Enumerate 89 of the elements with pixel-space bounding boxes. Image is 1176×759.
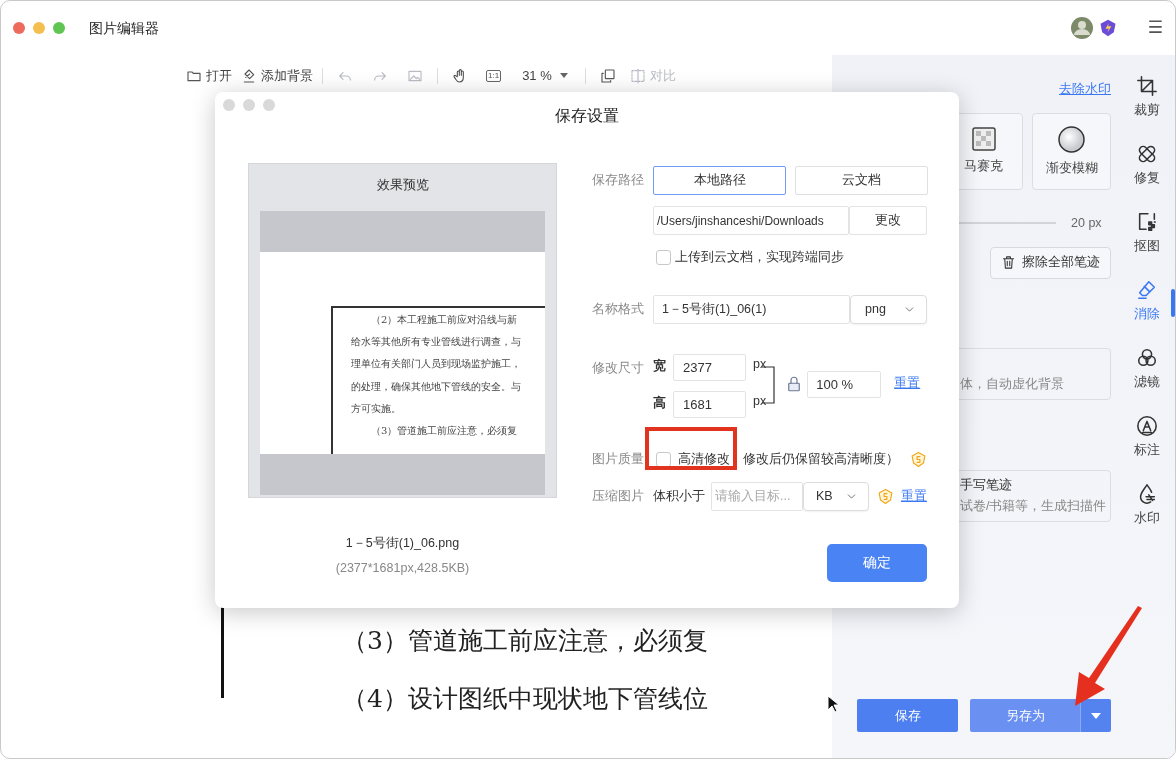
unit-select[interactable]: KB [803,481,869,511]
document-text: （4）设计图纸中现状地下管线位 [342,683,709,715]
preview-text: 方可实施。 [351,401,402,416]
avatar-icon[interactable] [1070,17,1093,39]
height-field[interactable]: 1681 [673,390,746,418]
window-control-button[interactable] [13,22,25,34]
confirm-button[interactable]: 确定 [827,543,927,582]
toolbar-button[interactable]: 添加背景 [241,66,313,86]
feature-title: 手写笔迹 [960,476,1013,494]
checkbox[interactable] [656,451,671,467]
menu-button[interactable]: ☰ [1147,15,1163,41]
reset-link[interactable]: 重置 [894,373,921,393]
width-field[interactable]: 2377 [673,353,746,381]
mosaic-icon [971,127,996,152]
window-control-button[interactable] [263,99,275,111]
change-button[interactable]: 更改 [849,206,927,235]
file-info: (2377*1681px,428.5KB) [335,559,470,577]
folder-icon [186,68,202,84]
tool-card[interactable]: 渐变模糊 [1032,113,1111,190]
preview-text: （2）本工程施工前应对沿线与新 [370,312,519,327]
reset-link[interactable]: 重置 [901,486,927,506]
size-prefix: 体积小于 [653,487,705,505]
eraser-icon [1136,278,1158,301]
window-control-button[interactable] [53,22,65,34]
preview-text: （3）管道施工前应注意，必须复 [370,424,519,439]
tool-tab[interactable]: 水印 [1119,471,1175,539]
name-field[interactable]: 1－5号街(1)_06(1) [653,294,850,324]
trash-icon [1001,255,1016,271]
checkbox-label: 上传到云文档，实现跨端同步 [675,249,844,266]
caret-icon [559,73,568,79]
toolbar-button[interactable]: 打开 [186,66,232,86]
quality-note: 修改后仍保留较高清晰度） [743,450,899,468]
remove-watermark-link[interactable]: 去除水印 [1059,79,1111,99]
cursor-icon [827,695,839,713]
circles-icon [1136,346,1158,369]
tool-tab[interactable]: 裁剪 [1119,63,1175,131]
unit-value: KB [816,487,833,505]
fit-button[interactable]: 1:1 [486,70,502,82]
field-label: 图片质量 [592,450,645,468]
field-label: 名称格式 [592,300,645,318]
window-control-button[interactable] [33,22,45,34]
dialog-title: 保存设置 [555,106,619,126]
dimension-label: 高 [653,394,667,412]
preview-title: 效果预览 [376,177,429,194]
tool-tab[interactable]: 修复 [1119,131,1175,199]
copy-icon[interactable] [599,68,616,84]
format-select[interactable]: png [850,294,927,324]
gradient-circle-icon [1058,125,1085,153]
field-label: 保存路径 [592,172,645,189]
checkbox[interactable] [656,249,671,265]
tool-tab[interactable]: 滤镜 [1119,335,1175,403]
path-tab[interactable]: 云文档 [795,166,928,195]
dimension-label: 宽 [653,357,667,375]
preview-text: 给水等其他所有专业管线进行调查，与 [351,335,522,350]
dropdown-button[interactable] [1080,699,1111,732]
checkbox-label: 高清修改 [678,450,730,468]
path-field[interactable]: /Users/jinshanceshi/Downloads [653,206,849,235]
file-name: 1－5号街(1)_06.png [345,535,460,552]
field-label: 压缩图片 [592,487,645,505]
tool-tab[interactable]: 标注 [1119,403,1175,471]
premium-icon [910,450,927,468]
zoom-dropdown[interactable]: 31 % [522,66,568,86]
window-title: 图片编辑器 [89,18,159,38]
format-value: png [865,300,886,318]
window-control-button[interactable] [223,99,235,111]
scale-field[interactable]: 100 % [807,370,882,398]
save-button[interactable]: 保存 [857,699,958,732]
path-tab[interactable]: 本地路径 [653,166,786,195]
field-label: 修改尺寸 [592,359,645,377]
caret-icon [1091,712,1101,719]
feature-description: 体，自动虚化背景 [960,375,1065,393]
window-control-button[interactable] [243,99,255,111]
preview-text: 的处理，确保其他地下管线的安全。与 [351,379,522,394]
clear-strokes-button[interactable]: 擦除全部笔迹 [990,246,1111,279]
feature-description: 试卷/书籍等，生成扫描件 [960,497,1108,515]
target-size-field[interactable]: 请输入目标... [711,481,803,511]
cutout-icon [1136,210,1158,233]
annotation-icon [1136,414,1158,437]
premium-icon [877,487,894,505]
unit-label: px [753,392,767,410]
preview-text: 理单位有关部门人员到现场监护施工， [351,357,522,372]
compare-icon [629,68,646,84]
document-text: （3）管道施工前应注意，必须复 [342,625,709,657]
unit-label: px [753,355,767,373]
crop-icon [1136,74,1158,97]
eraser-icon [241,68,257,84]
brush-size: 20 px [1071,215,1102,232]
tool-tab[interactable]: 消除 [1119,267,1175,335]
tool-tab[interactable]: 抠图 [1119,199,1175,267]
